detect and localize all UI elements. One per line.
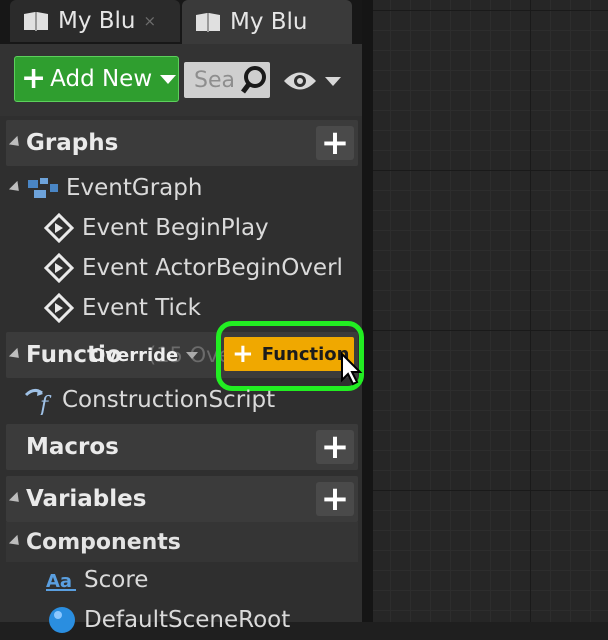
tab-my-blueprint-2[interactable]: My Blu (182, 0, 352, 44)
event-diamond-icon (44, 293, 74, 323)
add-new-button[interactable]: + Add New (14, 56, 179, 102)
search-placeholder: Sea (194, 67, 235, 93)
chevron-down-icon (160, 74, 177, 84)
tab-label: My Blu (58, 8, 136, 34)
plus-icon: + (21, 61, 47, 96)
subsection-components[interactable]: Components (6, 522, 358, 562)
add-macro-button[interactable]: + (316, 430, 354, 464)
function-icon: f (24, 388, 52, 415)
event-diamond-icon (44, 253, 74, 283)
section-title: Graphs (26, 130, 119, 156)
collapse-triangle-icon[interactable] (8, 347, 24, 363)
event-diamond-icon (44, 213, 74, 243)
collapse-triangle-icon[interactable] (8, 491, 24, 507)
collapse-triangle-icon[interactable] (8, 534, 24, 550)
tree-item-label: Event ActorBeginOverl (82, 255, 343, 281)
event-graph-icon (28, 178, 58, 198)
section-macros[interactable]: Macros + (6, 424, 358, 470)
tree-item-event-beginplay[interactable]: Event BeginPlay (44, 208, 396, 248)
override-label: Override (90, 344, 179, 366)
tree-item-label: DefaultSceneRoot (84, 607, 291, 633)
search-input[interactable]: Sea (184, 62, 270, 98)
subsection-title: Components (26, 529, 181, 555)
tree-item-eventgraph[interactable]: EventGraph (6, 168, 358, 208)
tree-item-score[interactable]: Aa Score (46, 560, 398, 600)
tab-label: My Blu (230, 9, 308, 35)
section-title: Macros (26, 434, 119, 460)
svg-text:f: f (38, 393, 52, 415)
collapse-triangle-icon[interactable] (8, 135, 24, 151)
add-new-label: Add New (50, 66, 153, 92)
text-render-icon: Aa (46, 571, 76, 592)
svg-text:Aa: Aa (46, 571, 72, 592)
chevron-down-icon (186, 351, 199, 359)
eye-icon[interactable] (282, 70, 318, 92)
tree-item-label: Event Tick (82, 295, 201, 321)
override-dropdown[interactable]: Override (90, 339, 199, 371)
tree-item-event-actorbeginoverlap[interactable]: Event ActorBeginOverl (44, 248, 396, 288)
add-graph-button[interactable]: + (316, 126, 354, 160)
tree-item-label: Score (84, 567, 149, 593)
section-title: Variables (26, 486, 147, 512)
tab-close-icon[interactable]: × (144, 12, 157, 30)
section-variables[interactable]: Variables + (6, 476, 358, 522)
blueprint-book-icon (196, 13, 220, 32)
scene-root-icon (49, 607, 75, 633)
toolbar: + Add New Sea (0, 44, 362, 116)
tab-bar: My Blu × My Blu (0, 0, 362, 44)
search-icon (241, 66, 266, 94)
tree-item-constructionscript[interactable]: f ConstructionScript (24, 380, 376, 420)
chevron-down-icon[interactable] (325, 77, 341, 86)
tab-my-blueprint-1[interactable]: My Blu × (10, 0, 180, 42)
blueprint-book-icon (24, 12, 48, 31)
tree-item-defaultsceneroot[interactable]: DefaultSceneRoot (46, 600, 398, 640)
add-variable-button[interactable]: + (316, 482, 354, 516)
tree-item-label: EventGraph (66, 175, 203, 201)
section-graphs[interactable]: Graphs + (6, 120, 358, 166)
tree-item-label: Event BeginPlay (82, 215, 269, 241)
collapse-triangle-icon[interactable] (8, 180, 24, 196)
graph-canvas[interactable] (373, 0, 608, 622)
tree-item-label: ConstructionScript (62, 387, 276, 413)
